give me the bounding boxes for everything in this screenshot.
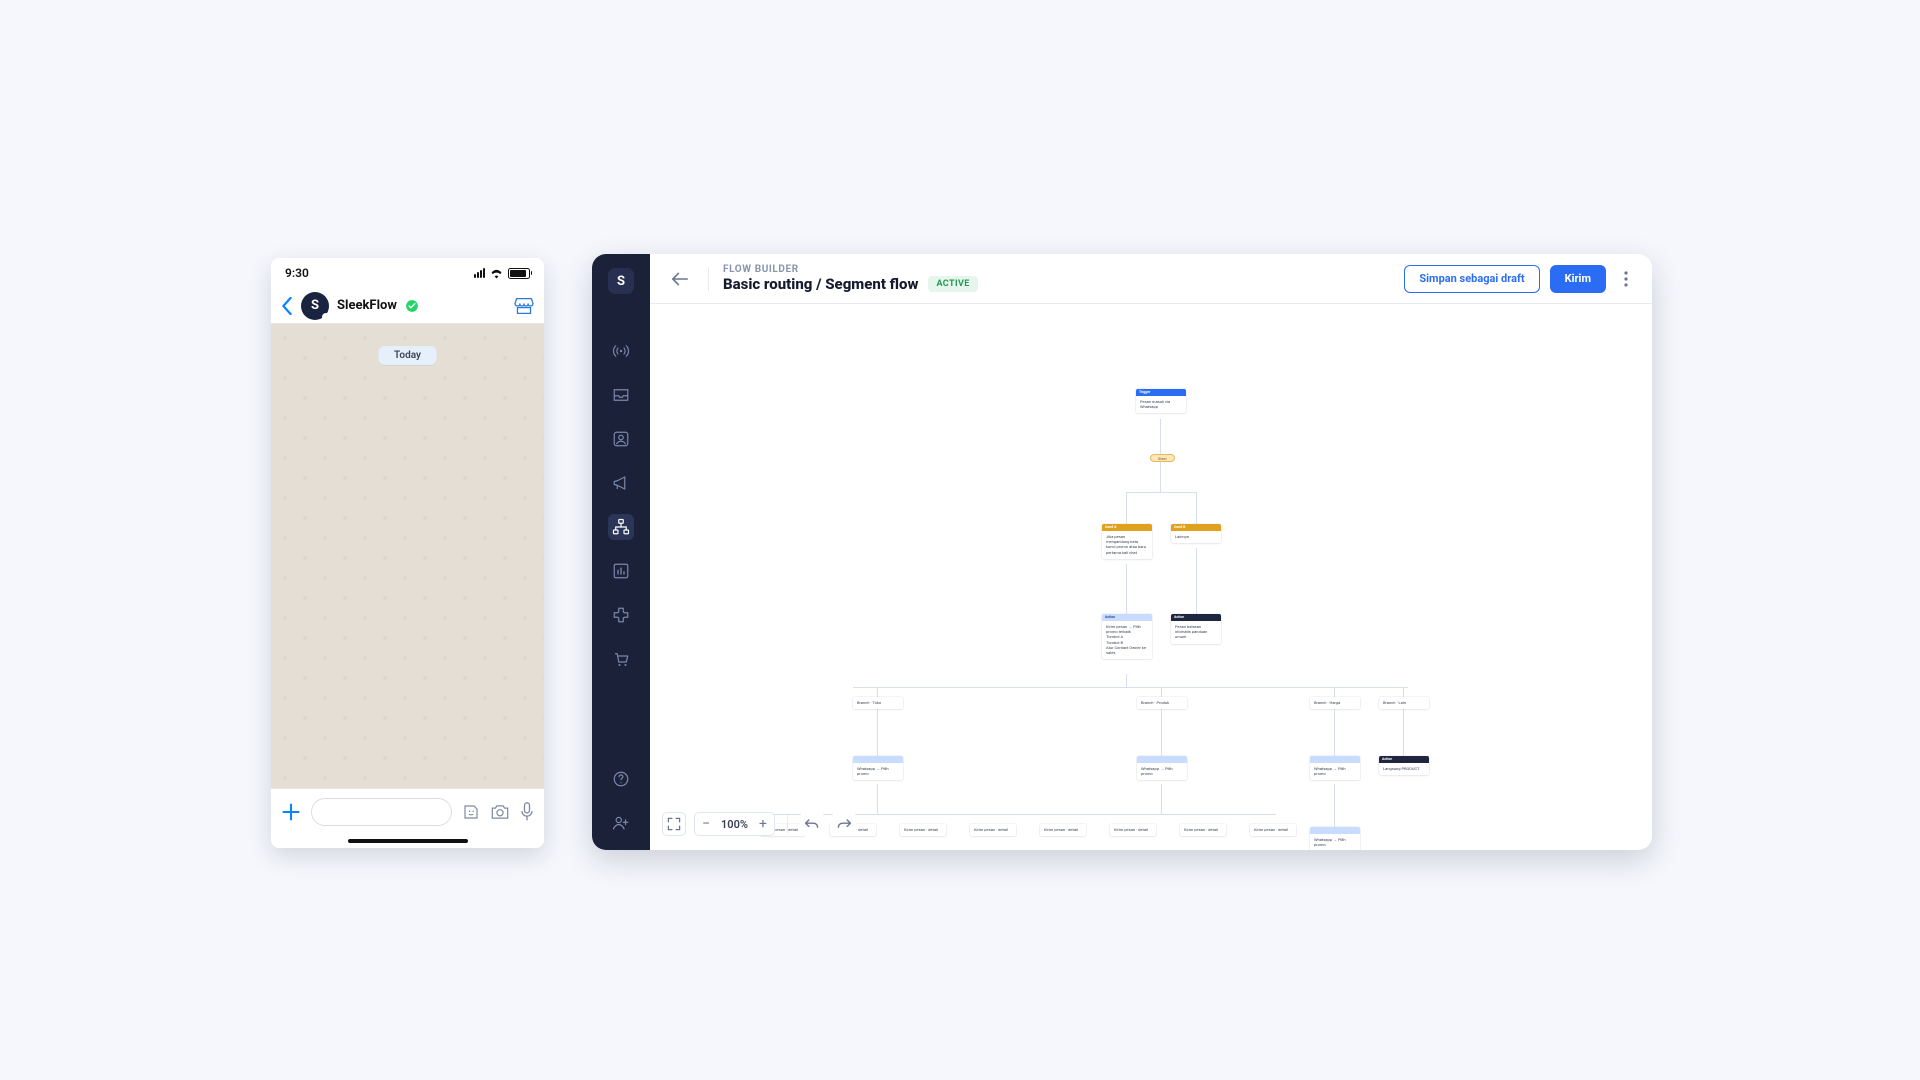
app-window: S FLOW BUILDER Basic routi (592, 254, 1652, 850)
battery-icon (508, 268, 530, 279)
node-leaf-4[interactable]: Kirim pesan · detail (970, 824, 1016, 836)
node-leaf-9[interactable]: Whatsapp → Pilih promo (1310, 827, 1360, 850)
zoom-toolbar: − 100% + (662, 810, 856, 838)
flow-canvas[interactable]: Trigger Pesan masuk via Whatsapp Start C… (650, 304, 1652, 850)
phone-status-bar: 9:30 (271, 258, 544, 288)
nav-contacts[interactable] (608, 426, 634, 452)
zoom-level: 100% (717, 818, 752, 831)
back-button[interactable] (666, 265, 694, 293)
back-icon[interactable] (281, 297, 293, 315)
zoom-out-button[interactable]: − (695, 816, 717, 832)
wifi-icon (489, 268, 504, 279)
side-rail: S (592, 254, 650, 850)
top-bar: FLOW BUILDER Basic routing / Segment flo… (650, 254, 1652, 304)
node-branch-3[interactable]: Branch · Harga (1310, 697, 1360, 709)
avatar[interactable]: S (301, 292, 329, 320)
nav-invite[interactable] (608, 810, 634, 836)
chat-header: S SleekFlow (271, 288, 544, 324)
breadcrumb: FLOW BUILDER (723, 264, 978, 276)
today-chip: Today (378, 346, 437, 365)
node-child-4[interactable]: ActionLangsung PRODUCT (1379, 756, 1429, 775)
undo-button[interactable] (800, 812, 824, 836)
node-child-3[interactable]: Whatsapp → Pilih promo (1310, 756, 1360, 780)
node-condition-a[interactable]: Cond A Jika pesan mengandung kata kunci … (1102, 524, 1152, 559)
page-title: Basic routing / Segment flow (723, 276, 918, 293)
home-indicator (271, 834, 544, 848)
main-panel: FLOW BUILDER Basic routing / Segment flo… (650, 254, 1652, 850)
node-child-2[interactable]: Whatsapp → Pilih promo (1137, 756, 1187, 780)
chat-input-bar (271, 788, 544, 834)
storefront-icon[interactable] (514, 297, 534, 315)
nav-broadcast[interactable] (608, 338, 634, 364)
phone-mock: 9:30 S SleekFlow Today (271, 258, 544, 848)
mic-icon[interactable] (520, 802, 534, 822)
fit-screen-button[interactable] (662, 812, 686, 836)
send-button[interactable]: Kirim (1550, 265, 1606, 293)
pill-start[interactable]: Start (1150, 454, 1175, 462)
nav-integrations[interactable] (608, 602, 634, 628)
node-leaf-6[interactable]: Kirim pesan · detail (1110, 824, 1156, 836)
more-menu[interactable] (1616, 265, 1636, 293)
save-draft-button[interactable]: Simpan sebagai draft (1404, 265, 1539, 293)
message-input[interactable] (311, 798, 452, 826)
node-action-left[interactable]: Action Kirim pesan → Pilih promo terbaik… (1102, 614, 1152, 659)
node-trigger[interactable]: Trigger Pesan masuk via Whatsapp (1136, 389, 1186, 413)
node-leaf-5[interactable]: Kirim pesan · detail (1040, 824, 1086, 836)
node-branch-2[interactable]: Branch · Produk (1137, 697, 1187, 709)
node-leaf-3[interactable]: Kirim pesan · detail (900, 824, 946, 836)
plus-icon[interactable] (281, 802, 301, 822)
node-leaf-7[interactable]: Kirim pesan · detail (1180, 824, 1226, 836)
status-badge: ACTIVE (928, 276, 977, 292)
nav-campaign[interactable] (608, 470, 634, 496)
node-child-1[interactable]: Whatsapp → Pilih promo (853, 756, 903, 780)
node-leaf-8[interactable]: Kirim pesan · detail (1250, 824, 1296, 836)
nav-flow-builder[interactable] (608, 514, 634, 540)
node-condition-b[interactable]: Cond B Lainnya (1171, 524, 1221, 543)
nav-inbox[interactable] (608, 382, 634, 408)
nav-analytics[interactable] (608, 558, 634, 584)
verified-icon (405, 299, 419, 313)
nav-commerce[interactable] (608, 646, 634, 672)
node-branch-4[interactable]: Branch · Lain (1379, 697, 1429, 709)
signal-icon (474, 268, 485, 278)
node-branch-1[interactable]: Branch · Toko (853, 697, 903, 709)
chat-area: Today (271, 324, 544, 788)
sticker-icon[interactable] (462, 803, 480, 821)
nav-help[interactable] (608, 766, 634, 792)
node-action-right[interactable]: Action Pesan balasan otomatis panduan um… (1171, 614, 1221, 644)
phone-status-right (474, 268, 530, 279)
phone-time: 9:30 (285, 266, 309, 280)
zoom-in-button[interactable]: + (752, 816, 774, 832)
camera-icon[interactable] (490, 803, 510, 821)
contact-name[interactable]: SleekFlow (337, 298, 397, 313)
app-logo[interactable]: S (608, 268, 634, 294)
redo-button[interactable] (832, 812, 856, 836)
node-head-label: Trigger (1139, 390, 1150, 395)
